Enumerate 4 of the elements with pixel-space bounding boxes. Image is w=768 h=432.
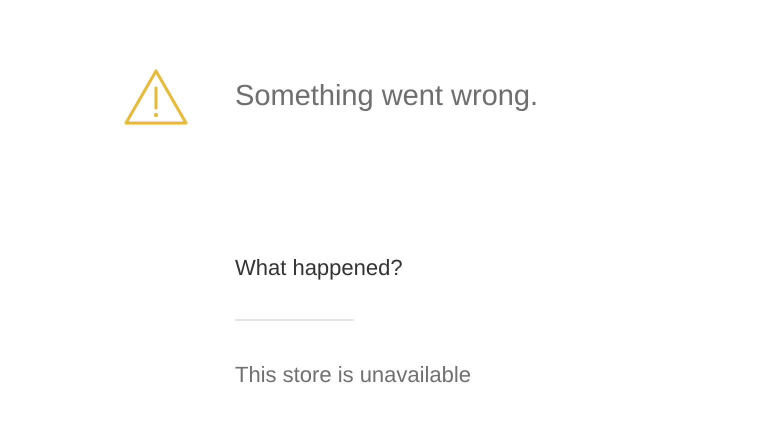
error-title: Something went wrong. (235, 79, 538, 114)
section-heading: What happened? (235, 254, 404, 282)
error-message: This store is unavailable (235, 361, 472, 389)
warning-icon (123, 68, 189, 126)
